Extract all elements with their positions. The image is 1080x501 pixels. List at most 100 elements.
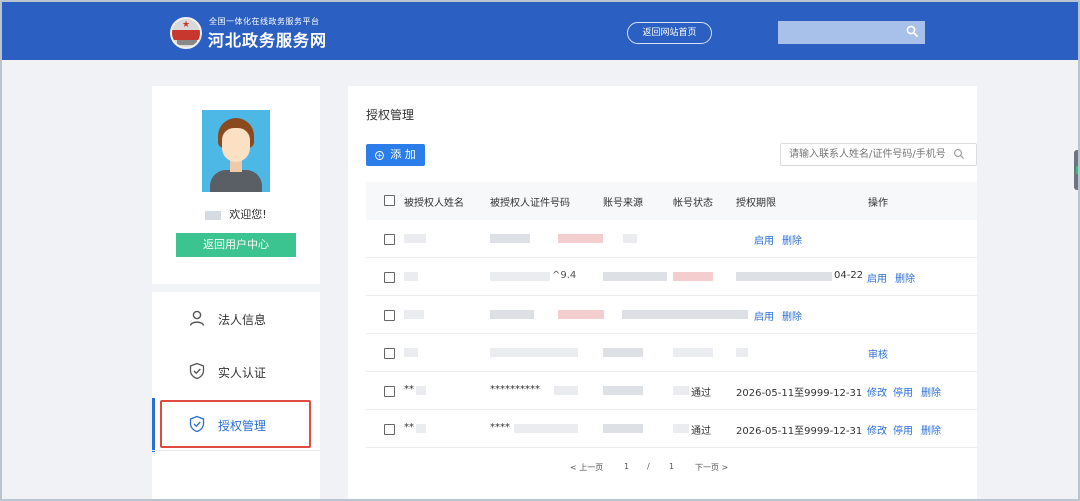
redacted-period — [736, 348, 748, 357]
row-checkbox[interactable] — [384, 348, 395, 359]
side-float-tab[interactable] — [1074, 150, 1078, 190]
redacted-status — [673, 386, 689, 395]
redacted-source-status — [622, 310, 748, 319]
row-checkbox[interactable] — [384, 234, 395, 245]
redacted-id — [490, 272, 550, 281]
brand-title[interactable]: 河北政务服务网 — [208, 27, 327, 51]
status-cell: 通过 — [691, 388, 711, 399]
name-cell: ** — [404, 422, 414, 433]
redacted-id — [490, 348, 578, 357]
search-icon[interactable] — [906, 25, 918, 37]
user-name-redacted — [205, 210, 222, 220]
welcome-message: 欢迎您! — [152, 206, 320, 222]
plus-icon: + — [375, 151, 385, 160]
review-link[interactable]: 审核 — [868, 346, 888, 361]
welcome-text: 欢迎您! — [229, 208, 267, 221]
next-page-link[interactable]: 下一页 > — [695, 462, 728, 473]
search-icon[interactable] — [953, 148, 965, 160]
redacted-name — [404, 234, 426, 243]
edit-link[interactable]: 修改 — [867, 422, 887, 437]
query-input[interactable] — [780, 143, 977, 166]
delete-link[interactable]: 删除 — [782, 308, 802, 323]
redacted-id — [558, 310, 604, 319]
column-header: 授权期限 — [736, 198, 776, 209]
annotation-highlight — [160, 400, 311, 448]
avatar — [202, 110, 270, 192]
delete-link[interactable]: 删除 — [921, 384, 941, 399]
emblem-logo[interactable]: ★ — [170, 17, 202, 49]
redacted-status — [673, 348, 713, 357]
side-nav: 法人信息 实人认证 授权管理 — [152, 292, 320, 499]
period-cell: 2026-05-11至9999-12-31 — [736, 388, 863, 399]
column-header: 帐号状态 — [673, 198, 713, 209]
row-checkbox[interactable] — [384, 424, 395, 435]
home-button[interactable]: 返回网站首页 — [627, 22, 712, 44]
id-cell: ********** — [490, 384, 540, 395]
redacted-period — [736, 272, 832, 281]
redacted-source — [603, 424, 643, 433]
table-row: ** **** 通过 2026-05-11至9999-12-31 修改 停用 删… — [366, 410, 977, 448]
column-header: 账号来源 — [603, 198, 643, 209]
site-search-input[interactable] — [778, 21, 925, 44]
profile-card: 欢迎您! 返回用户中心 — [152, 86, 320, 284]
row-checkbox[interactable] — [384, 386, 395, 397]
redacted-source — [603, 348, 643, 357]
redacted-id — [554, 386, 578, 395]
enable-link[interactable]: 启用 — [754, 232, 774, 247]
redacted-id — [514, 424, 578, 433]
nav-label: 法人信息 — [218, 313, 267, 327]
table-row: 审核 — [366, 334, 977, 372]
status-cell: 通过 — [691, 426, 711, 437]
total-pages: 1 — [669, 462, 675, 471]
current-page: 1 — [624, 462, 630, 471]
name-cell: ** — [404, 384, 414, 395]
prev-page-link[interactable]: < 上一页 — [570, 462, 603, 473]
redacted-name — [416, 386, 426, 395]
redacted-name — [404, 348, 418, 357]
site-header: ★ 全国一体化在线政务服务平台 河北政务服务网 返回网站首页 — [2, 2, 1078, 60]
column-header: 被授权人证件号码 — [490, 198, 570, 209]
disable-link[interactable]: 停用 — [893, 384, 913, 399]
enable-link[interactable]: 启用 — [754, 308, 774, 323]
browser-frame: ★ 全国一体化在线政务服务平台 河北政务服务网 返回网站首页 欢迎您! 返回用户… — [0, 0, 1080, 501]
enable-link[interactable]: 启用 — [867, 270, 887, 285]
nav-item-real-name-auth[interactable]: 实人认证 — [152, 345, 320, 399]
edit-link[interactable]: 修改 — [867, 384, 887, 399]
redacted-status — [673, 424, 689, 433]
redacted-source — [603, 272, 667, 281]
redacted-name — [416, 424, 426, 433]
disable-link[interactable]: 停用 — [893, 422, 913, 437]
page-separator: / — [647, 462, 650, 471]
delete-link[interactable]: 删除 — [782, 232, 802, 247]
id-cell: **** — [490, 422, 510, 433]
shield-check-icon — [189, 362, 205, 380]
redacted-status — [673, 272, 713, 281]
row-checkbox[interactable] — [384, 310, 395, 321]
nav-item-legal-person-info[interactable]: 法人信息 — [152, 292, 320, 346]
brand-subtitle: 全国一体化在线政务服务平台 — [209, 17, 320, 26]
table-row: ** ********** 通过 2026-05-11至9999-12-31 修… — [366, 372, 977, 410]
redacted-id — [490, 234, 530, 243]
row-checkbox[interactable] — [384, 272, 395, 283]
table-row: 启用 删除 — [366, 220, 977, 258]
delete-link[interactable]: 删除 — [921, 422, 941, 437]
column-header: 操作 — [868, 198, 888, 209]
back-to-user-center-button[interactable]: 返回用户中心 — [176, 233, 296, 257]
delete-link[interactable]: 删除 — [895, 270, 915, 285]
redacted-source — [623, 234, 637, 243]
redacted-name — [404, 272, 418, 281]
period-tail: 04-22 — [834, 270, 864, 281]
nav-label: 实人认证 — [218, 366, 267, 380]
person-icon — [189, 310, 205, 326]
redacted-source — [603, 386, 643, 395]
redacted-id — [490, 310, 534, 319]
add-button[interactable]: + 添 加 — [366, 144, 425, 166]
column-header: 被授权人姓名 — [404, 198, 464, 209]
select-all-checkbox[interactable] — [384, 195, 395, 206]
pagination: < 上一页 1 / 1 下一页 > — [348, 462, 977, 476]
id-tail: ^9.4 — [552, 270, 577, 281]
redacted-id — [558, 234, 603, 243]
table-row: ^9.4 04-22 启用 删除 — [366, 258, 977, 296]
redacted-name — [404, 310, 424, 319]
page-title: 授权管理 — [366, 108, 415, 122]
